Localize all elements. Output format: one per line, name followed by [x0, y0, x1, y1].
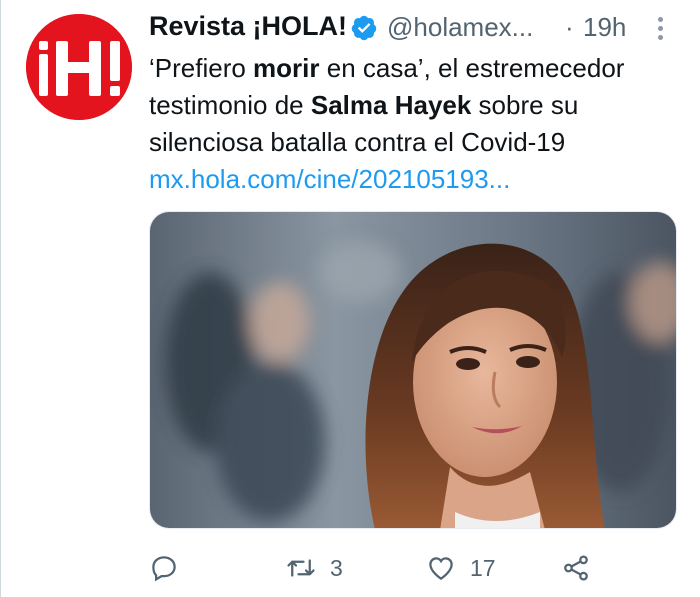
- more-options-icon[interactable]: [651, 14, 669, 44]
- tweet-text-part: ‘Prefiero: [149, 53, 254, 83]
- tweet-timestamp[interactable]: 19h: [583, 12, 626, 43]
- hola-logo-icon: [26, 14, 132, 120]
- like-button[interactable]: 17: [426, 548, 496, 588]
- author-handle[interactable]: @holamex...: [387, 12, 533, 43]
- portrait-photo: [150, 212, 676, 528]
- tweet-header: Revista ¡HOLA! @holamex... · 19h: [149, 8, 679, 48]
- tweet-link[interactable]: mx.hola.com/cine/202105193...: [149, 164, 510, 194]
- avatar[interactable]: [26, 14, 132, 120]
- tweet-photo[interactable]: [149, 211, 677, 529]
- dot-separator: ·: [565, 12, 574, 42]
- author-name[interactable]: Revista ¡HOLA!: [149, 11, 347, 42]
- left-border: [0, 0, 1, 597]
- heart-icon: [429, 557, 453, 580]
- retweet-count: 3: [330, 554, 343, 581]
- tweet-text-bold: morir: [253, 53, 320, 83]
- like-count: 17: [470, 554, 496, 581]
- tweet-text: ‘Prefiero morir en casa’, el estremecedo…: [149, 50, 684, 198]
- tweet-text-bold: Salma Hayek: [310, 90, 472, 120]
- tweet-actions: 3 17: [149, 548, 679, 588]
- retweet-button[interactable]: 3: [286, 548, 343, 588]
- share-button[interactable]: [561, 548, 591, 588]
- reply-icon: [152, 556, 176, 582]
- retweet-icon: [287, 559, 315, 577]
- verified-badge-icon: [351, 15, 377, 41]
- share-icon: [564, 555, 588, 581]
- reply-button[interactable]: [149, 548, 193, 588]
